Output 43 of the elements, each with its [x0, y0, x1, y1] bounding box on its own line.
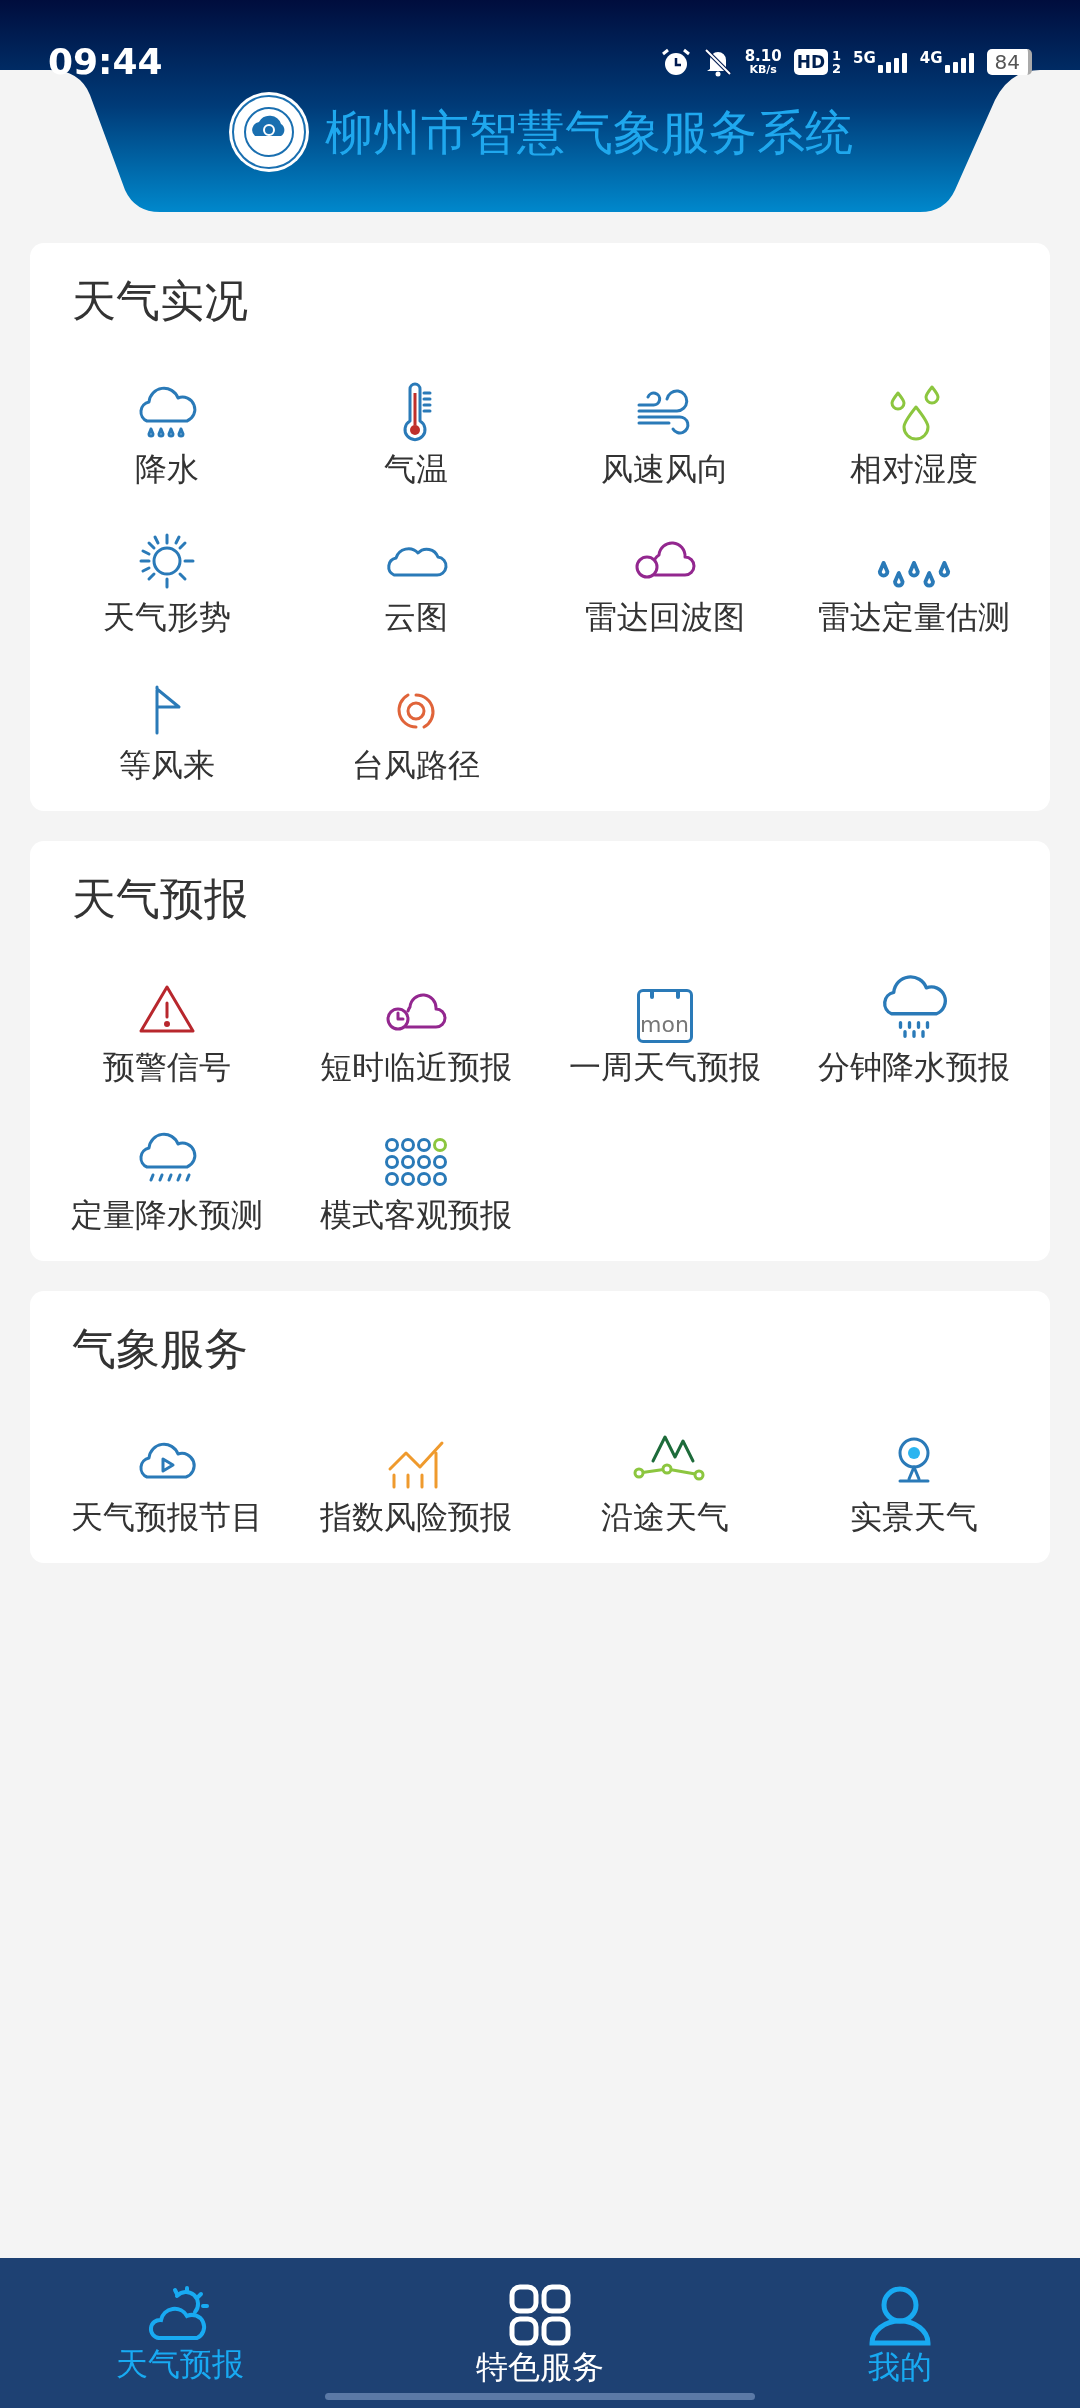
feature-item[interactable]: 天气预报节目: [42, 1411, 291, 1533]
feature-item[interactable]: 雷达回波图: [540, 511, 789, 633]
signal-icon: [944, 51, 975, 73]
feature-item[interactable]: 风速风向: [540, 363, 789, 485]
calendar-icon: mon: [636, 989, 693, 1043]
network-type: 5G: [853, 51, 876, 66]
feature-item[interactable]: 短时临近预报: [291, 961, 540, 1083]
hd-badge: HD: [793, 49, 828, 75]
feature-item[interactable]: 降水: [42, 363, 291, 485]
feature-item[interactable]: 云图: [291, 511, 540, 633]
feature-item[interactable]: 指数风险预报: [291, 1411, 540, 1533]
feature-item[interactable]: 定量降水预测: [42, 1109, 291, 1231]
signal-icon: [877, 51, 908, 73]
nav-tab[interactable]: 我的: [720, 2258, 1080, 2408]
alarm-icon: [660, 47, 691, 77]
feature-item[interactable]: 气温: [291, 363, 540, 485]
feature-item[interactable]: 预警信号: [42, 961, 291, 1083]
status-time: 09:44: [48, 44, 163, 80]
nav-tab[interactable]: 特色服务: [360, 2258, 720, 2408]
feature-item[interactable]: mon 一周天气预报: [540, 961, 789, 1083]
section-title: 天气预报: [71, 877, 249, 921]
feature-item[interactable]: 等风来: [42, 659, 291, 781]
speed-unit: KB/s: [749, 64, 777, 75]
feature-item[interactable]: 沿途天气: [540, 1411, 789, 1533]
nav-tab[interactable]: 天气预报: [0, 2258, 360, 2408]
sim-label: 2: [832, 62, 842, 75]
feature-item[interactable]: 相对湿度: [789, 363, 1038, 485]
section-title: 气象服务: [71, 1327, 249, 1371]
battery-indicator: 84: [986, 49, 1032, 75]
feature-item[interactable]: 雷达定量估测: [789, 511, 1038, 633]
feature-item[interactable]: 分钟降水预报: [789, 961, 1038, 1083]
bell-off-icon: [702, 47, 733, 77]
network-type: 4G: [919, 51, 943, 66]
feature-item[interactable]: 天气形势: [42, 511, 291, 633]
network-speed: 8.10: [744, 49, 782, 64]
feature-item[interactable]: 台风路径: [291, 659, 540, 781]
feature-item[interactable]: 模式客观预报: [291, 1109, 540, 1231]
feature-item[interactable]: 实景天气: [789, 1411, 1038, 1533]
grid-icon: [508, 2283, 572, 2347]
sim-label: 1: [832, 49, 842, 62]
app-title: 柳州市智慧气象服务系统: [325, 108, 853, 156]
logo-icon: [227, 90, 311, 174]
section-title: 天气实况: [71, 279, 249, 323]
